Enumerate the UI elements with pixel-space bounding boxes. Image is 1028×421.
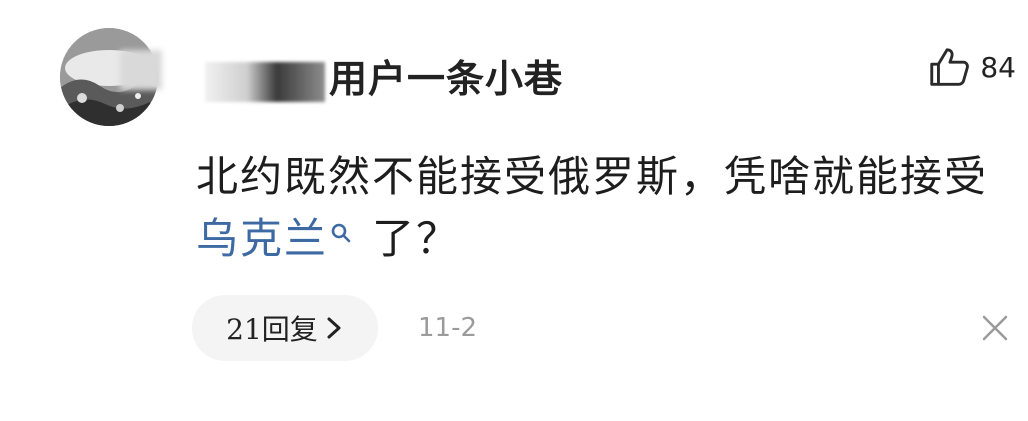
- thumbs-up-icon: [930, 48, 970, 86]
- replies-button[interactable]: 21回复: [192, 295, 378, 361]
- comment-date: 11-2: [418, 313, 478, 343]
- comment-text-before: 北约既然不能接受俄罗斯，凭啥就能接受: [196, 152, 989, 201]
- close-icon: [982, 315, 1008, 341]
- comment-card: 用户一条小巷 84 北约既然不能接受俄罗斯，凭啥就能接受乌克兰 了？ 21回复 1…: [0, 0, 1028, 421]
- close-button[interactable]: [980, 313, 1010, 343]
- chevron-right-icon: [327, 317, 341, 339]
- avatar-redaction: [120, 50, 162, 90]
- comment-text: 北约既然不能接受俄罗斯，凭啥就能接受乌克兰 了？: [196, 146, 1016, 270]
- username-redaction: [205, 61, 325, 102]
- username[interactable]: 用户一条小巷: [205, 48, 563, 103]
- comment-text-after: 了？: [372, 214, 461, 263]
- reply-label: 21回复: [226, 313, 318, 346]
- linked-term[interactable]: 乌克兰: [196, 214, 328, 263]
- username-visible: 一条小巷: [407, 57, 564, 101]
- search-icon[interactable]: [330, 222, 352, 244]
- like-button[interactable]: 84: [926, 44, 1016, 90]
- username-partial: 用户: [329, 57, 408, 101]
- like-count: 84: [980, 50, 1016, 84]
